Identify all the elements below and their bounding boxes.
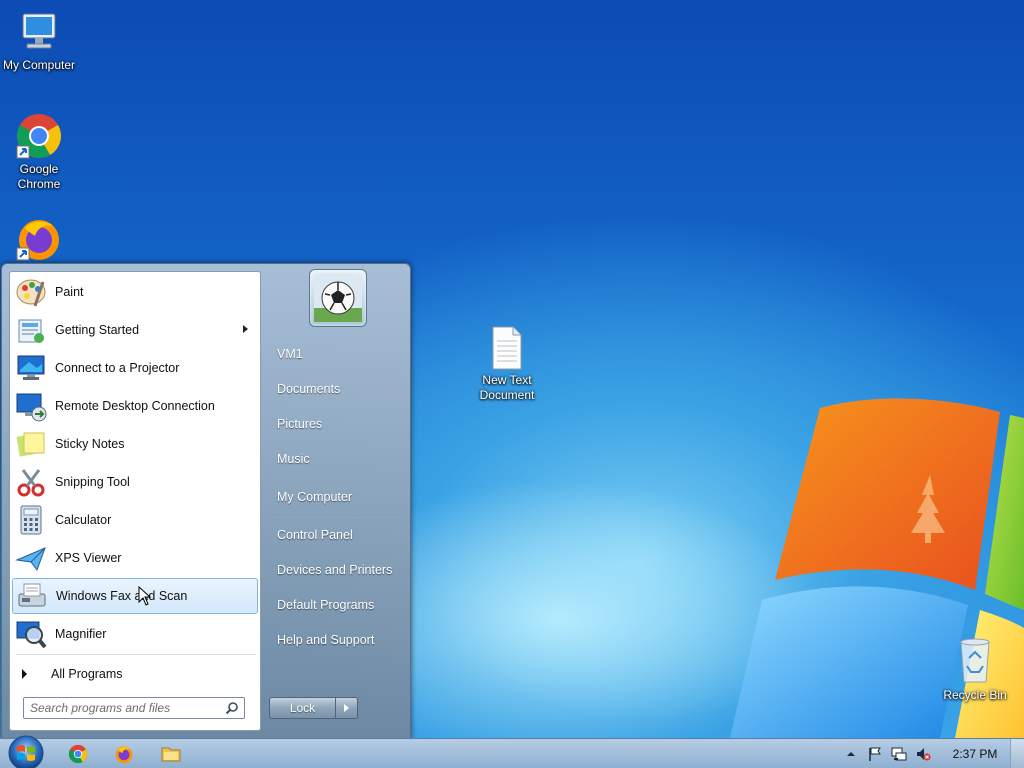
desktop-icon-recycle-bin[interactable]: Recycle Bin: [935, 636, 1015, 703]
desktop-icon-new-text-document[interactable]: New Text Document: [467, 325, 547, 403]
program-label: Connect to a Projector: [55, 361, 180, 375]
place-help-and-support[interactable]: Help and Support: [277, 630, 405, 650]
desktop-icon-label: Google Chrome: [17, 162, 61, 191]
program-label: Calculator: [55, 513, 112, 527]
desktop-icon-my-computer[interactable]: My Computer: [0, 8, 79, 73]
divider: [274, 479, 402, 480]
taskbar: 2:37 PM: [0, 735, 1024, 768]
search-icon[interactable]: [225, 701, 239, 715]
place-devices-and-printers[interactable]: Devices and Printers: [277, 560, 405, 580]
system-clock[interactable]: 2:37 PM: [949, 739, 1001, 768]
program-sticky-notes[interactable]: Sticky Notes: [12, 426, 258, 462]
show-hidden-icons-arrow[interactable]: [843, 746, 859, 762]
paint-icon: [15, 276, 47, 308]
program-label: Paint: [55, 285, 84, 299]
program-connect-to-projector[interactable]: Connect to a Projector: [12, 350, 258, 386]
place-documents[interactable]: Documents: [277, 379, 405, 399]
firefox-icon: [115, 746, 133, 764]
program-label: Sticky Notes: [55, 437, 125, 451]
desktop-icon-label: New Text Document: [479, 373, 535, 402]
program-label: XPS Viewer: [55, 551, 122, 565]
xps-viewer-icon: [15, 542, 47, 574]
desktop-icon-label: Recycle Bin: [943, 688, 1007, 702]
place-my-computer[interactable]: My Computer: [277, 487, 405, 507]
place-pictures[interactable]: Pictures: [277, 414, 405, 434]
divider: [274, 517, 402, 518]
chevron-right-icon: [22, 669, 27, 679]
place-music[interactable]: Music: [277, 449, 405, 469]
place-control-panel[interactable]: Control Panel: [277, 525, 405, 545]
firefox-icon: [16, 220, 59, 261]
program-calculator[interactable]: Calculator: [12, 502, 258, 538]
all-programs-label: All Programs: [51, 667, 123, 681]
program-label: Magnifier: [55, 627, 107, 641]
desktop-icon-label: My Computer: [2, 58, 76, 72]
magnifier-icon: [15, 618, 47, 650]
program-magnifier[interactable]: Magnifier: [12, 616, 258, 652]
file-explorer-icon: [161, 747, 181, 762]
all-programs-button[interactable]: All Programs: [20, 662, 250, 686]
action-center-flag-icon[interactable]: [867, 746, 883, 762]
taskbar-file-explorer-button[interactable]: [151, 740, 191, 768]
search-box[interactable]: [23, 697, 245, 719]
search-input[interactable]: [30, 699, 225, 717]
network-icon[interactable]: [891, 746, 907, 762]
start-menu: Paint Getting Started Connect to a Proje…: [1, 263, 411, 739]
program-label: Windows Fax and Scan: [56, 589, 188, 603]
sticky-notes-icon: [15, 428, 47, 460]
user-picture: [314, 274, 362, 322]
soccer-ball-avatar[interactable]: [309, 269, 367, 327]
program-remote-desktop-connection[interactable]: Remote Desktop Connection: [12, 388, 258, 424]
start-menu-programs-pane: Paint Getting Started Connect to a Proje…: [9, 271, 261, 731]
program-label: Remote Desktop Connection: [55, 399, 215, 413]
submenu-arrow-icon: [243, 325, 248, 333]
start-menu-places-pane: VM1 Documents Pictures Music My Computer…: [264, 264, 410, 740]
chrome-icon: [68, 744, 88, 764]
program-paint[interactable]: Paint: [12, 274, 258, 310]
start-button[interactable]: [6, 735, 46, 768]
scissors-icon: [15, 466, 47, 498]
chrome-icon: [16, 114, 61, 159]
calculator-icon: [15, 504, 47, 536]
getting-started-icon: [15, 314, 47, 346]
program-label: Getting Started: [55, 323, 140, 337]
show-desktop-button[interactable]: [1010, 739, 1024, 768]
remote-desktop-icon: [15, 390, 47, 422]
desktop-icon-google-chrome[interactable]: Google Chrome: [0, 112, 79, 192]
program-label: Snipping Tool: [55, 475, 130, 489]
taskbar-chrome-button[interactable]: [58, 740, 98, 768]
shutdown-options-button[interactable]: [336, 697, 358, 719]
recycle-bin-icon: [960, 638, 990, 683]
place-default-programs[interactable]: Default Programs: [277, 595, 405, 615]
mouse-cursor-icon: [138, 586, 152, 606]
place-user-vm1[interactable]: VM1: [277, 344, 405, 364]
divider: [16, 654, 256, 655]
lock-button[interactable]: Lock: [269, 697, 336, 719]
taskbar-firefox-button[interactable]: [104, 740, 144, 768]
desktop-icon-firefox[interactable]: [0, 214, 79, 264]
program-windows-fax-and-scan[interactable]: Windows Fax and Scan: [12, 578, 258, 614]
program-xps-viewer[interactable]: XPS Viewer: [12, 540, 258, 576]
program-getting-started[interactable]: Getting Started: [12, 312, 258, 348]
projector-icon: [15, 352, 47, 384]
text-document-icon: [492, 326, 522, 370]
fax-scan-icon: [16, 580, 48, 612]
volume-muted-icon[interactable]: [915, 746, 931, 762]
computer-icon: [22, 13, 56, 49]
program-snipping-tool[interactable]: Snipping Tool: [12, 464, 258, 500]
